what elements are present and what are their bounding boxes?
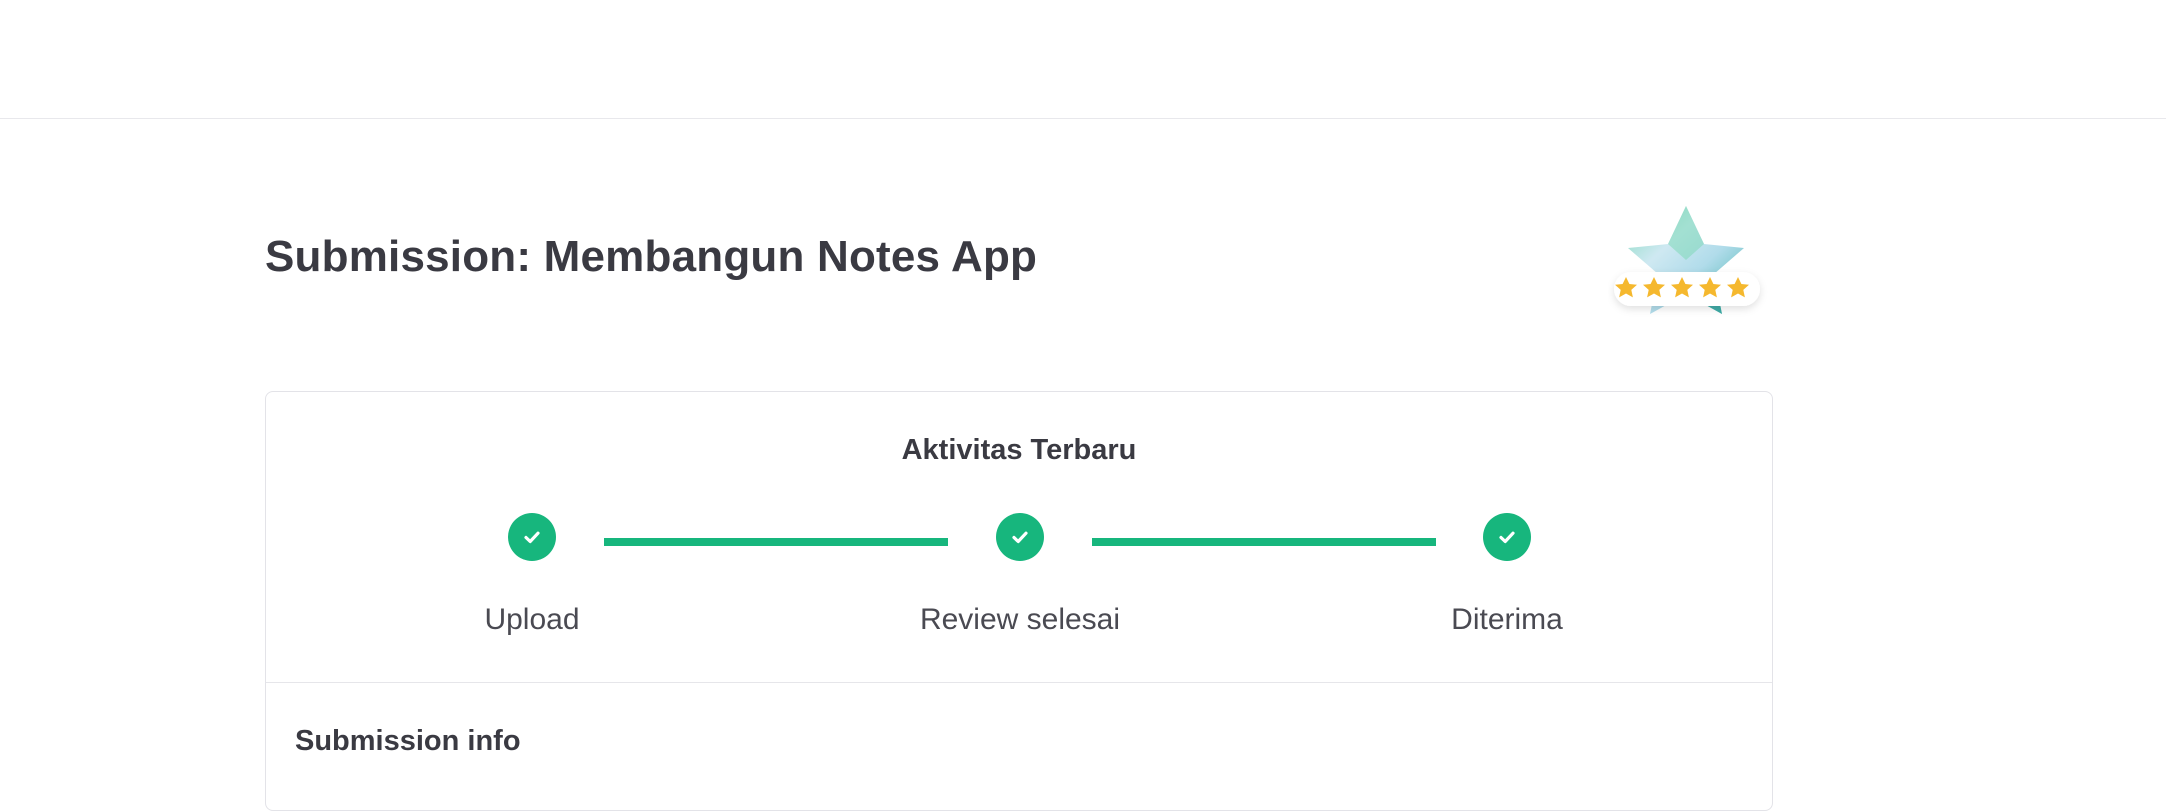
step-label: Diterima [1451,603,1563,636]
step-accepted: Diterima [1387,513,1627,637]
step-review: Review selesai [900,513,1140,637]
card-divider [266,682,1772,683]
submission-card: Aktivitas Terbaru Upload Review selesai … [265,391,1773,811]
progress-connector [1092,538,1436,546]
step-label: Review selesai [919,603,1121,636]
rating-badge [1608,200,1768,330]
page-title: Submission: Membangun Notes App [265,232,1038,281]
activity-heading: Aktivitas Terbaru [901,434,1137,466]
check-icon [1483,513,1531,561]
submission-info-title: Submission info [295,725,521,757]
top-navigation-bar [0,0,2166,119]
step-upload: Upload [412,513,652,637]
star-badge-icon [1614,206,1760,314]
check-icon [508,513,556,561]
check-icon [996,513,1044,561]
step-label: Upload [484,603,580,636]
progress-connector [604,538,948,546]
